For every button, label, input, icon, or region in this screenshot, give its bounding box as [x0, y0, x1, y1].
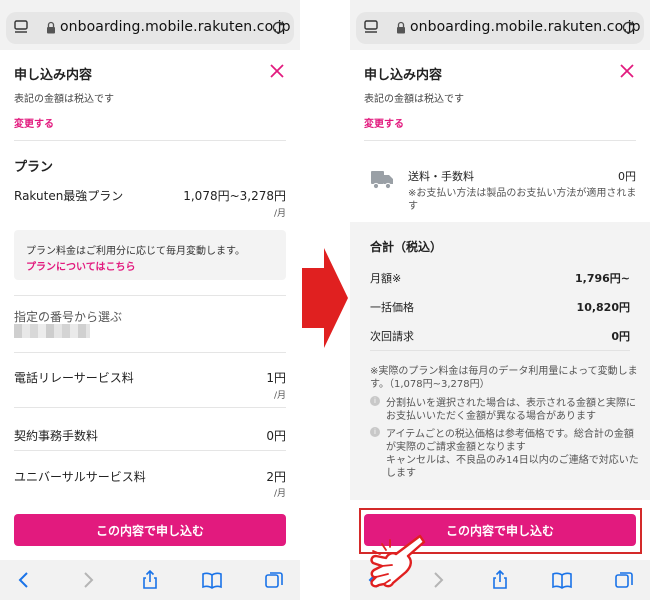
- summary-title: 申し込み内容: [364, 68, 443, 83]
- reload-icon[interactable]: [621, 20, 636, 35]
- footnote-line2: す。（1,078円~3,278円）: [370, 379, 490, 390]
- total-section: 合計（税込） 月額※ 1,796円~ 一括価格 10,820円 次回請求 0円 …: [350, 222, 650, 500]
- divider: [364, 140, 636, 141]
- info-icon: i: [370, 427, 380, 437]
- close-icon[interactable]: [270, 64, 284, 78]
- installment-note-line2: お支払いいただく金額が異なる場合があります: [386, 411, 596, 422]
- plan-heading: プラン: [14, 160, 54, 175]
- share-icon[interactable]: [490, 570, 510, 590]
- tax-note: 表記の金額は税込です: [364, 94, 464, 105]
- lump-sum-label: 一括価格: [370, 301, 414, 314]
- order-summary-sheet: 申し込み内容 表記の金額は税込です 変更する プラン Rakuten最強プラン …: [0, 50, 300, 500]
- change-link[interactable]: 変更する: [14, 115, 54, 130]
- shipping-note-line2: す: [408, 201, 418, 212]
- divider: [14, 450, 286, 451]
- browser-toolbar: [0, 560, 300, 600]
- lock-icon: [47, 21, 55, 34]
- lump-sum-value: 10,820円: [576, 301, 630, 314]
- cta-area: この内容で申し込む: [0, 500, 300, 560]
- divider: [14, 295, 286, 296]
- plan-price: 1,078円~3,278円: [183, 189, 286, 203]
- red-arrow-icon: [302, 248, 348, 348]
- summary-title: 申し込み内容: [14, 68, 93, 83]
- tabs-icon[interactable]: [14, 20, 28, 34]
- total-heading: 合計（税込）: [370, 240, 443, 254]
- apply-button[interactable]: この内容で申し込む: [14, 514, 286, 546]
- cancel-note-line2: します: [386, 468, 416, 479]
- info-icon: i: [370, 396, 380, 406]
- shipping-note-line1: ※お支払い方法は製品のお支払い方法が適用されま: [408, 188, 637, 199]
- plan-info-link[interactable]: プランについてはこちら: [26, 258, 136, 273]
- share-icon[interactable]: [140, 570, 160, 590]
- tab-overview-icon[interactable]: [264, 570, 284, 590]
- next-billing-label: 次回請求: [370, 330, 414, 343]
- tax-note: 表記の金額は税込です: [14, 94, 114, 105]
- plan-name: Rakuten最強プラン: [14, 189, 124, 203]
- lock-icon: [397, 21, 405, 34]
- reload-icon[interactable]: [271, 20, 286, 35]
- universal-service-unit: /月: [273, 489, 286, 499]
- relay-service-label: 電話リレーサービス料: [14, 371, 134, 385]
- comparison-stage: onboarding.mobile.rakuten.co.jp 申し込み内容 表…: [0, 0, 650, 600]
- forward-icon[interactable]: [78, 570, 98, 590]
- universal-service-label: ユニバーサルサービス料: [14, 470, 146, 484]
- divider: [14, 352, 286, 353]
- masked-phone-number: [14, 324, 90, 338]
- close-icon[interactable]: [620, 64, 634, 78]
- plan-unit: /月: [273, 209, 286, 219]
- address-bar[interactable]: onboarding.mobile.rakuten.co.jp: [6, 12, 294, 44]
- left-phone-screen: onboarding.mobile.rakuten.co.jp 申し込み内容 表…: [0, 0, 300, 600]
- bookmarks-icon[interactable]: [202, 570, 222, 590]
- tab-overview-icon[interactable]: [614, 570, 634, 590]
- next-billing-value: 0円: [611, 330, 630, 343]
- pointing-hand-icon: [370, 534, 426, 588]
- truck-icon: [371, 171, 393, 190]
- tabs-icon[interactable]: [364, 20, 378, 34]
- monthly-value: 1,796円~: [574, 272, 630, 285]
- relay-service-price: 1円: [266, 371, 286, 385]
- divider: [14, 140, 286, 141]
- contract-fee-label: 契約事務手数料: [14, 429, 99, 443]
- universal-service-price: 2円: [266, 470, 286, 484]
- address-bar[interactable]: onboarding.mobile.rakuten.co.jp: [356, 12, 644, 44]
- url-text[interactable]: onboarding.mobile.rakuten.co.jp: [410, 19, 641, 35]
- shipping-label: 送料・手数料: [408, 170, 474, 183]
- number-selection-label: 指定の番号から選ぶ: [14, 310, 123, 324]
- shipping-price: 0円: [618, 170, 636, 183]
- plan-note-box: プラン料金はご利用分に応じて毎月変動します。 プランについてはこちら: [14, 230, 286, 280]
- monthly-label: 月額※: [370, 272, 402, 285]
- cancel-note-line1: キャンセルは、不良品のみ14日以内のご連絡で対応いた: [386, 455, 639, 466]
- order-summary-sheet: 申し込み内容 表記の金額は税込です 変更する 送料・手数料 0円 ※お支払い方法…: [350, 50, 650, 500]
- url-text[interactable]: onboarding.mobile.rakuten.co.jp: [60, 19, 291, 35]
- divider: [370, 350, 630, 351]
- change-link[interactable]: 変更する: [364, 115, 404, 130]
- back-icon[interactable]: [14, 570, 34, 590]
- forward-icon[interactable]: [428, 570, 448, 590]
- relay-service-unit: /月: [273, 391, 286, 401]
- plan-note-text: プラン料金はご利用分に応じて毎月変動します。: [26, 246, 245, 257]
- contract-fee-price: 0円: [266, 429, 286, 443]
- divider: [14, 407, 286, 408]
- bookmarks-icon[interactable]: [552, 570, 572, 590]
